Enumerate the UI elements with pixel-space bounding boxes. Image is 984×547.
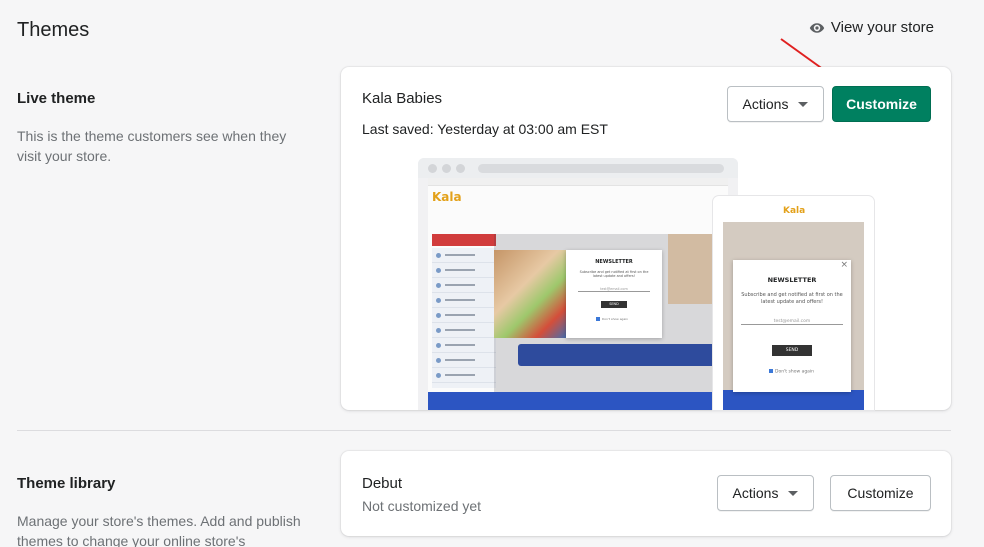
category-bar xyxy=(432,234,496,246)
category-list xyxy=(432,248,496,388)
popup-checkbox: Don't show again xyxy=(596,317,628,321)
library-theme-customize-button[interactable]: Customize xyxy=(830,475,931,511)
theme-preview-mobile: Kala × NEWSLETTER Subscribe and get noti… xyxy=(713,196,874,410)
caret-down-icon xyxy=(798,101,809,107)
cookie-bar xyxy=(428,392,728,410)
caret-down-icon xyxy=(788,490,799,496)
live-theme-description: This is the theme customers see when the… xyxy=(17,128,287,164)
library-theme-status: Not customized yet xyxy=(362,498,482,514)
theme-library-heading: Theme library xyxy=(17,475,116,492)
popup-email-field: test@email.com xyxy=(578,287,650,292)
page-title: Themes xyxy=(17,19,90,41)
store-logo: Kala xyxy=(432,190,462,204)
live-theme-name: Kala Babies xyxy=(362,90,443,107)
popup-text: Subscribe and get notified at first on t… xyxy=(579,270,649,279)
live-theme-last-saved: Last saved: Yesterday at 03:00 am EST xyxy=(362,121,608,137)
section-divider xyxy=(17,430,951,431)
popup-title: NEWSLETTER xyxy=(595,259,633,265)
hero-image xyxy=(494,250,568,338)
popup-send-button: SEND xyxy=(601,301,627,308)
popup-title: NEWSLETTER xyxy=(767,276,817,284)
popup-text: Subscribe and get notified at first on t… xyxy=(741,292,843,305)
theme-library-description: Manage your store's themes. Add and publ… xyxy=(17,513,301,547)
popup-close-icon: × xyxy=(840,260,848,270)
mobile-screenshot: × NEWSLETTER Subscribe and get notified … xyxy=(723,222,864,410)
theme-preview-desktop: Kala NEWSLETTER Subscribe and get notifi… xyxy=(418,158,738,410)
top-bar xyxy=(428,178,728,186)
newsletter-popup: NEWSLETTER Subscribe and get notified at… xyxy=(566,250,662,338)
eye-icon xyxy=(809,22,825,33)
live-theme-heading: Live theme xyxy=(17,90,96,107)
mobile-cookie-bar xyxy=(723,390,864,410)
window-dot-icon xyxy=(456,163,465,173)
theme-library-card: Debut Not customized yet Actions Customi… xyxy=(341,451,951,536)
view-store-label: View your store xyxy=(830,19,934,36)
library-theme-actions-button[interactable]: Actions xyxy=(717,475,814,511)
live-theme-customize-button[interactable]: Customize xyxy=(832,86,931,122)
view-store-link[interactable]: View your store xyxy=(809,19,934,36)
url-bar xyxy=(478,163,724,173)
library-theme-name: Debut xyxy=(362,475,403,492)
popup-email-field: test@email.com xyxy=(741,319,843,325)
window-dot-icon xyxy=(428,163,437,173)
actions-label: Actions xyxy=(732,485,779,501)
browser-bar xyxy=(418,158,738,178)
mobile-logo: Kala xyxy=(783,206,806,216)
actions-label: Actions xyxy=(742,96,789,112)
popup-checkbox: Don't show again xyxy=(769,369,814,375)
live-theme-actions-button[interactable]: Actions xyxy=(727,86,824,122)
desktop-screenshot: Kala NEWSLETTER Subscribe and get notifi… xyxy=(428,178,728,410)
popup-send-button: SEND xyxy=(772,345,812,356)
window-dot-icon xyxy=(442,163,451,173)
mobile-newsletter-popup: × NEWSLETTER Subscribe and get notified … xyxy=(733,260,851,392)
